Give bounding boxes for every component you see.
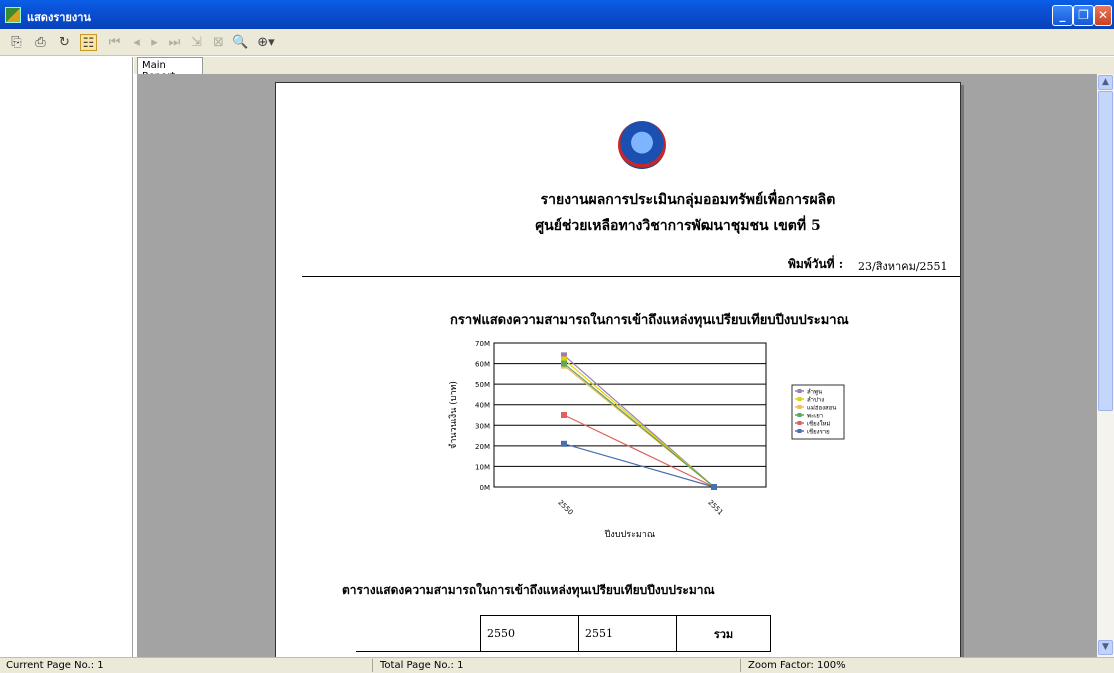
minimize-button[interactable]: _ (1052, 5, 1073, 26)
legend-marker (797, 421, 802, 425)
legend-marker (797, 413, 802, 417)
report-subtitle: ศูนย์ช่วยเหลือทางวิชาการพัฒนาชุมชน เขตที… (535, 218, 821, 234)
line-chart: 0M 10M 20M 30M 40M 50M 60M 70M 2550 2551 จำนวนเงิน… (448, 340, 845, 540)
zoom-icon[interactable]: ⊕▾ (254, 34, 278, 51)
legend-marker (797, 389, 802, 393)
maximize-button[interactable]: ❐ (1073, 5, 1094, 26)
print-date-value: 23/สิงหาคม/2551 (858, 260, 948, 273)
scroll-thumb[interactable] (1098, 91, 1113, 411)
legend-marker (797, 405, 802, 409)
prev-page-icon[interactable]: ◂ (128, 34, 145, 51)
table-header-cell: 2551 (578, 615, 677, 652)
refresh-icon[interactable]: ↻ (56, 34, 73, 51)
scroll-down-icon[interactable]: ▼ (1098, 640, 1113, 655)
toolbar: ⎘ ⎙ ↻ ☷ ⏮ ◂ ▸ ⏭ ⇲ ⊠ 🔍 ⊕▾ (0, 29, 1114, 56)
legend-label: ลำพูน (807, 389, 822, 396)
window-title: แสดงรายงาน (27, 11, 91, 24)
legend-marker (797, 429, 802, 433)
report-title: รายงานผลการประเมินกลุ่มออมทรัพย์เพื่อการ… (540, 192, 836, 208)
legend-label: เชียงใหม่ (807, 420, 830, 428)
y-tick-label: 40M (475, 402, 490, 410)
y-tick-label: 60M (475, 361, 490, 369)
table-header-row: 2550 2551 รวม (480, 615, 771, 652)
y-tick-label: 10M (475, 463, 490, 471)
y-tick-label: 70M (475, 340, 490, 348)
report-viewport[interactable]: รายงานผลการประเมินกลุ่มออมทรัพย์เพื่อการ… (137, 74, 1097, 657)
last-page-icon[interactable]: ⏭ (166, 34, 183, 51)
vertical-scrollbar[interactable]: ▲ ▼ (1097, 74, 1114, 657)
data-point (561, 412, 567, 418)
legend-label: ลำปาง (807, 397, 824, 404)
window-titlebar: แสดงรายงาน _ ❐ ✕ (0, 0, 1114, 29)
y-tick-label: 50M (475, 381, 490, 389)
export-icon[interactable]: ⎘ (8, 34, 25, 51)
first-page-icon[interactable]: ⏮ (106, 34, 123, 51)
y-axis-label: จำนวนเงิน (บาท) (448, 381, 459, 449)
zoom-status: Zoom Factor: 100% (748, 660, 846, 671)
table-title: ตารางแสดงความสามารถในการเข้าถึงแหล่งทุนเ… (342, 583, 715, 597)
tab-main-report[interactable]: Main Report (137, 57, 203, 82)
goto-page-icon[interactable]: ⇲ (188, 34, 205, 51)
legend-label: แม่ฮ่องสอน (807, 405, 836, 412)
print-icon[interactable]: ⎙ (32, 34, 49, 51)
status-bar: Current Page No.: 1 Total Page No.: 1 Zo… (0, 657, 1114, 673)
data-point (711, 484, 717, 490)
header-divider (302, 276, 960, 277)
legend-label: พะเยา (807, 413, 823, 420)
close-button[interactable]: ✕ (1094, 5, 1112, 26)
chart-title: กราฟแสดงความสามารถในการเข้าถึงแหล่งทุนเป… (450, 313, 849, 328)
search-icon[interactable]: 🔍 (232, 34, 249, 51)
next-page-icon[interactable]: ▸ (146, 34, 163, 51)
table-header-cell: 2550 (480, 615, 579, 652)
summary-table: 2550 2551 รวม (480, 615, 771, 652)
group-tree-icon[interactable]: ☷ (80, 34, 97, 51)
current-page-status: Current Page No.: 1 (6, 660, 104, 671)
x-tick-label: 2551 (706, 498, 724, 516)
y-tick-label: 30M (475, 422, 490, 430)
tab-strip: Main Report (134, 57, 1114, 82)
table-rule (356, 651, 480, 652)
legend-label: เชียงราย (807, 428, 830, 436)
legend-marker (797, 397, 802, 401)
group-tree-pane[interactable] (0, 57, 133, 657)
y-tick-label: 0M (480, 484, 491, 492)
data-point (561, 440, 567, 447)
scroll-up-icon[interactable]: ▲ (1098, 75, 1113, 90)
data-point (561, 360, 567, 367)
total-page-status: Total Page No.: 1 (380, 660, 464, 671)
report-page: รายงานผลการประเมินกลุ่มออมทรัพย์เพื่อการ… (275, 82, 961, 657)
organization-logo (618, 121, 666, 169)
app-icon (5, 7, 21, 23)
x-axis-label: ปีงบประมาณ (605, 529, 656, 540)
x-tick-label: 2550 (556, 498, 574, 516)
close-view-icon[interactable]: ⊠ (210, 34, 227, 51)
y-tick-label: 20M (475, 443, 490, 451)
print-date-label: พิมพ์วันที่ : (788, 257, 844, 271)
table-header-cell: รวม (676, 615, 771, 652)
